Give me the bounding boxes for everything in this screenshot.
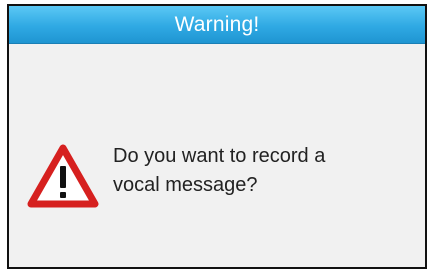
dialog-title-bar: Warning! <box>9 6 425 44</box>
dialog-title: Warning! <box>174 12 260 36</box>
message-line-2: vocal message? <box>113 174 258 196</box>
warning-triangle-icon <box>27 144 99 208</box>
dialog-message: Do you want to record a vocal message? <box>113 142 413 200</box>
dialog-content: Do you want to record a vocal message? <box>9 44 425 267</box>
message-line-1: Do you want to record a <box>113 145 326 167</box>
warning-dialog: Warning! Do you want to record a vocal m… <box>7 4 427 269</box>
